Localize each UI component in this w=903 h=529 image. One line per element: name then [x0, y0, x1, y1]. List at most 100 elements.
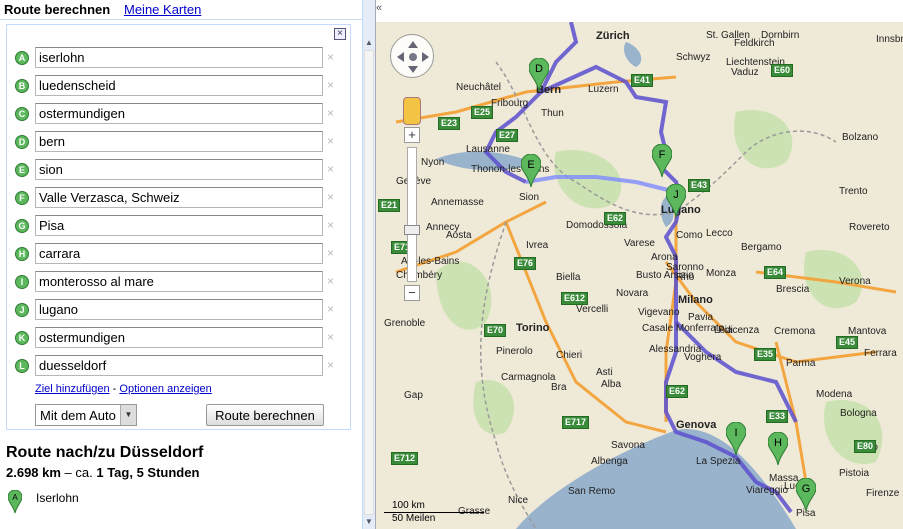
- city-label[interactable]: Schwyz: [676, 52, 710, 63]
- city-label[interactable]: Neuchâtel: [456, 82, 501, 93]
- city-label[interactable]: Savona: [611, 440, 645, 451]
- remove-waypoint-icon[interactable]: ×: [327, 190, 334, 204]
- remove-waypoint-icon[interactable]: ×: [327, 302, 334, 316]
- city-label[interactable]: Novara: [616, 288, 648, 299]
- city-label[interactable]: Nyon: [421, 157, 444, 168]
- city-label[interactable]: Rho: [676, 272, 694, 283]
- city-label[interactable]: Fribourg: [491, 98, 528, 109]
- waypoint-input[interactable]: [35, 159, 323, 180]
- remove-waypoint-icon[interactable]: ×: [327, 162, 334, 176]
- city-label[interactable]: Pistoia: [839, 468, 869, 479]
- city-label[interactable]: Dornbirn: [761, 30, 799, 41]
- add-destination-link[interactable]: Ziel hinzufügen: [35, 383, 110, 395]
- city-label[interactable]: Ferrara: [864, 348, 897, 359]
- city-label[interactable]: Rovereto: [849, 222, 890, 233]
- city-label[interactable]: Modena: [816, 389, 852, 400]
- city-label[interactable]: Alba: [601, 379, 621, 390]
- waypoint-input[interactable]: [35, 271, 323, 292]
- scroll-down-icon[interactable]: ▼: [364, 517, 374, 527]
- city-label[interactable]: Genova: [676, 419, 716, 431]
- remove-waypoint-icon[interactable]: ×: [327, 106, 334, 120]
- city-label[interactable]: Gap: [404, 390, 423, 401]
- city-label[interactable]: Luzern: [588, 84, 619, 95]
- remove-waypoint-icon[interactable]: ×: [327, 274, 334, 288]
- remove-waypoint-icon[interactable]: ×: [327, 358, 334, 372]
- city-label[interactable]: Trento: [839, 186, 868, 197]
- city-label[interactable]: Nice: [508, 495, 528, 506]
- waypoint-input[interactable]: [35, 243, 323, 264]
- scrollbar[interactable]: [364, 50, 374, 515]
- remove-waypoint-icon[interactable]: ×: [327, 218, 334, 232]
- show-options-link[interactable]: Optionen anzeigen: [119, 383, 211, 395]
- city-label[interactable]: Vigevano: [638, 307, 680, 318]
- collapse-panel-icon[interactable]: «: [376, 2, 382, 14]
- waypoint-input[interactable]: [35, 299, 323, 320]
- remove-waypoint-icon[interactable]: ×: [327, 134, 334, 148]
- city-label[interactable]: Monza: [706, 268, 736, 279]
- zoom-out-button[interactable]: −: [404, 285, 420, 301]
- city-label[interactable]: Thun: [541, 108, 564, 119]
- city-label[interactable]: San Remo: [568, 486, 615, 497]
- zoom-slider[interactable]: [407, 147, 417, 282]
- travel-mode-select[interactable]: Mit dem Auto ▼: [35, 404, 137, 426]
- city-label[interactable]: Pavia: [688, 312, 713, 323]
- city-label[interactable]: Bergamo: [741, 242, 782, 253]
- route-pin-icon[interactable]: H: [768, 432, 788, 466]
- route-pin-icon[interactable]: I: [726, 422, 746, 456]
- city-label[interactable]: Viareggio: [746, 485, 788, 496]
- route-pin-icon[interactable]: G: [796, 478, 816, 512]
- city-label[interactable]: Albenga: [591, 456, 628, 467]
- city-label[interactable]: Cremona: [774, 326, 815, 337]
- city-label[interactable]: Casale Monferrato: [642, 323, 724, 334]
- waypoint-input[interactable]: [35, 75, 323, 96]
- city-label[interactable]: La Spezia: [696, 456, 740, 467]
- city-label[interactable]: Bra: [551, 382, 567, 393]
- route-pin-icon[interactable]: J: [666, 184, 686, 218]
- close-icon[interactable]: ×: [334, 28, 346, 40]
- city-label[interactable]: Verona: [839, 276, 871, 287]
- waypoint-input[interactable]: [35, 131, 323, 152]
- waypoint-input[interactable]: [35, 215, 323, 236]
- city-label[interactable]: Varese: [624, 238, 655, 249]
- city-label[interactable]: Biella: [556, 272, 580, 283]
- remove-waypoint-icon[interactable]: ×: [327, 50, 334, 64]
- city-label[interactable]: Parma: [786, 358, 815, 369]
- city-label[interactable]: Innsbr: [876, 34, 903, 45]
- city-label[interactable]: Ivrea: [526, 240, 548, 251]
- calculate-route-button[interactable]: Route berechnen: [206, 404, 324, 426]
- city-label[interactable]: Bologna: [840, 408, 877, 419]
- city-label[interactable]: Firenze: [866, 488, 899, 499]
- city-label[interactable]: Sion: [519, 192, 539, 203]
- city-label[interactable]: Grenoble: [384, 318, 425, 329]
- tab-meine-karten[interactable]: Meine Karten: [124, 2, 201, 17]
- waypoint-input[interactable]: [35, 327, 323, 348]
- street-view-pegman-icon[interactable]: [403, 97, 421, 125]
- tab-route-berechnen[interactable]: Route berechnen: [4, 2, 110, 17]
- city-label[interactable]: Aosta: [446, 230, 472, 241]
- city-label[interactable]: Vercelli: [576, 304, 608, 315]
- chevron-down-icon[interactable]: ▼: [120, 405, 136, 425]
- city-label[interactable]: Pinerolo: [496, 346, 533, 357]
- waypoint-input[interactable]: [35, 103, 323, 124]
- city-label[interactable]: Como: [676, 230, 703, 241]
- waypoint-input[interactable]: [35, 47, 323, 68]
- city-label[interactable]: Torino: [516, 322, 549, 334]
- route-pin-icon[interactable]: E: [521, 154, 541, 188]
- city-label[interactable]: Zürich: [596, 30, 630, 42]
- city-label[interactable]: Annemasse: [431, 197, 484, 208]
- city-label[interactable]: Vaduz: [731, 67, 759, 78]
- remove-waypoint-icon[interactable]: ×: [327, 78, 334, 92]
- route-pin-icon[interactable]: F: [652, 144, 672, 178]
- zoom-slider-thumb[interactable]: [404, 225, 420, 235]
- city-label[interactable]: Milano: [678, 294, 713, 306]
- city-label[interactable]: Voghera: [684, 352, 721, 363]
- remove-waypoint-icon[interactable]: ×: [327, 330, 334, 344]
- route-first-stop[interactable]: Iserlohn: [36, 491, 79, 505]
- zoom-in-button[interactable]: +: [404, 127, 420, 143]
- city-label[interactable]: Brescia: [776, 284, 809, 295]
- pan-control-icon[interactable]: [390, 34, 434, 78]
- waypoint-input[interactable]: [35, 355, 323, 376]
- city-label[interactable]: Carmagnola: [501, 372, 555, 383]
- city-label[interactable]: Chambéry: [396, 270, 442, 281]
- waypoint-input[interactable]: [35, 187, 323, 208]
